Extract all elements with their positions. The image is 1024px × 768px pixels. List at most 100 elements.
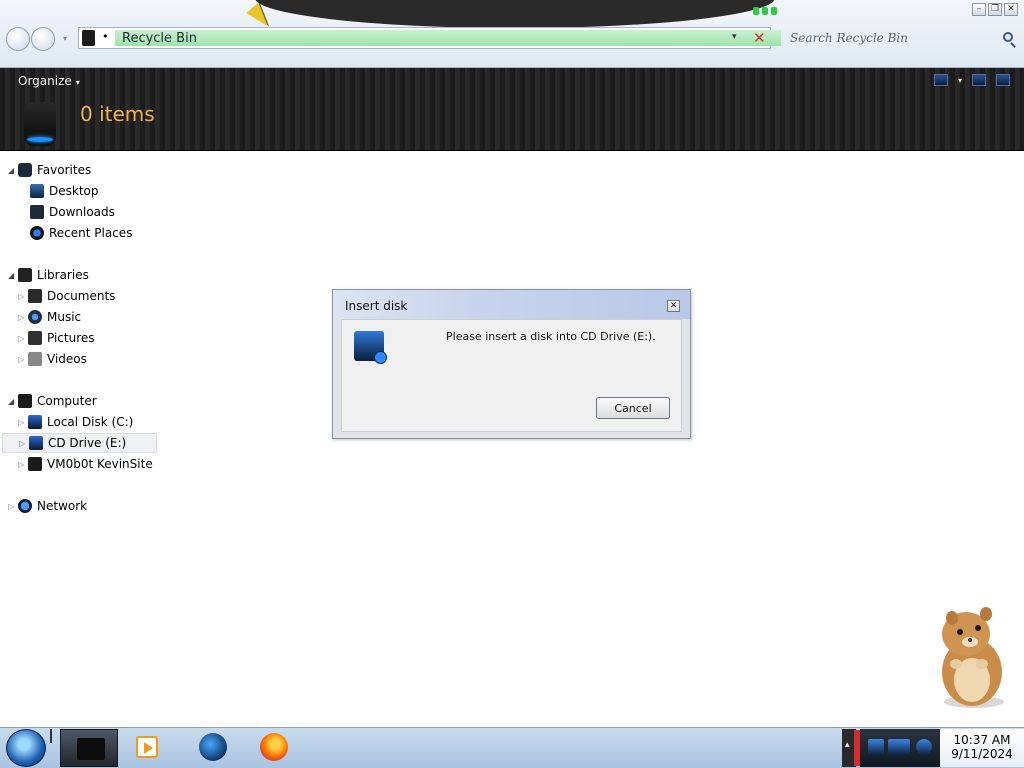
close-window-button[interactable]: ✕	[1004, 3, 1018, 16]
nav-label: VM0b0t KevinSite	[47, 457, 153, 471]
organize-menu-button[interactable]: Organize ▾	[18, 74, 80, 88]
nav-item-music[interactable]: ▷ Music	[18, 307, 81, 327]
firefox-icon[interactable]	[260, 733, 288, 761]
minimize-button[interactable]: –	[972, 3, 986, 16]
system-clock[interactable]: 10:37 AM 9/11/2024	[940, 729, 1024, 767]
nav-favorites[interactable]: ◢ Favorites	[8, 160, 91, 180]
organize-label: Organize	[18, 74, 72, 88]
collapsed-arrow-icon[interactable]: ▷	[8, 502, 18, 511]
hard-disk-icon	[28, 415, 42, 429]
dialog-title-bar[interactable]: Insert disk ✕	[333, 290, 690, 319]
nav-label: CD Drive (E:)	[48, 436, 127, 450]
change-view-icon[interactable]	[933, 74, 948, 86]
help-icon[interactable]	[996, 74, 1010, 86]
collapsed-arrow-icon[interactable]: ▷	[18, 418, 28, 427]
expanded-arrow-icon[interactable]: ◢	[8, 271, 18, 280]
favorites-star-icon	[18, 163, 32, 177]
search-box[interactable]: Search Recycle Bin	[780, 27, 1020, 49]
explorer-address-area: – ❐ ✕ ▾ • Recycle Bin ▾ ✕ Search Recycle…	[0, 0, 1024, 68]
recycle-bin-icon	[82, 30, 95, 46]
libraries-icon	[18, 268, 32, 282]
taskbar-explorer-button[interactable]	[60, 729, 118, 767]
dialog-close-button[interactable]: ✕	[667, 300, 680, 312]
desktop-icon	[30, 184, 44, 198]
dialog-title: Insert disk	[345, 299, 408, 313]
item-count-label: 0 items	[80, 102, 155, 126]
navigation-pane: ◢ Favorites Desktop Downloads Recent Pla…	[0, 152, 170, 727]
dialog-message: Please insert a disk into CD Drive (E:).	[446, 330, 656, 343]
browser-globe-icon[interactable]	[199, 733, 227, 761]
insert-disk-dialog: Insert disk ✕ Please insert a disk into …	[332, 289, 691, 439]
network-icon	[18, 499, 32, 513]
collapsed-arrow-icon[interactable]: ▷	[18, 355, 28, 364]
nav-item-recent-places[interactable]: Recent Places	[30, 223, 132, 243]
nav-item-videos[interactable]: ▷ Videos	[18, 349, 87, 369]
expanded-arrow-icon[interactable]: ◢	[8, 397, 18, 406]
view-controls: ▾	[933, 74, 1010, 86]
cancel-button[interactable]: Cancel	[596, 397, 670, 419]
media-player-icon[interactable]	[136, 736, 158, 758]
forward-button[interactable]	[31, 27, 55, 51]
nav-computer[interactable]: ◢ Computer	[8, 391, 97, 411]
collapsed-arrow-icon[interactable]: ▷	[18, 334, 28, 343]
back-button[interactable]	[6, 27, 30, 51]
nav-network[interactable]: ▷ Network	[8, 496, 87, 516]
breadcrumb-recycle-bin[interactable]: Recycle Bin	[122, 31, 197, 46]
network-drive-icon	[28, 457, 42, 471]
drive-tray-icon[interactable]	[888, 739, 910, 755]
search-placeholder[interactable]: Search Recycle Bin	[790, 31, 908, 45]
address-progress-fill	[115, 30, 781, 46]
view-options-dropdown[interactable]: ▾	[958, 76, 962, 85]
address-dropdown-button[interactable]: ▾	[732, 32, 737, 42]
notification-area	[860, 729, 940, 767]
nav-item-network-share[interactable]: ▷ VM0b0t KevinSite	[18, 454, 153, 474]
nav-label: Libraries	[37, 268, 89, 282]
hamster-gadget-icon[interactable]	[922, 604, 1014, 710]
recycle-bin-large-icon	[24, 102, 56, 146]
action-center-icon[interactable]	[868, 739, 884, 755]
collapsed-arrow-icon[interactable]: ▷	[18, 313, 28, 322]
chevron-down-icon: ▾	[75, 78, 80, 87]
nav-item-downloads[interactable]: Downloads	[30, 202, 115, 222]
clock-date: 9/11/2024	[951, 747, 1013, 761]
nav-item-pictures[interactable]: ▷ Pictures	[18, 328, 95, 348]
nav-item-local-disk[interactable]: ▷ Local Disk (C:)	[18, 412, 133, 432]
desktop-screen: – ❐ ✕ ▾ • Recycle Bin ▾ ✕ Search Recycle…	[0, 0, 1024, 768]
address-bar[interactable]: • Recycle Bin ▾ ✕	[78, 27, 781, 49]
music-icon	[28, 310, 42, 324]
cd-drive-icon	[354, 331, 387, 364]
nav-label: Music	[47, 310, 82, 324]
recent-pages-dropdown[interactable]: ▾	[63, 34, 67, 43]
nav-label: Desktop	[49, 184, 99, 198]
nav-label: Favorites	[37, 163, 92, 177]
explorer-command-header: Organize ▾ ▾ 0 items	[0, 68, 1024, 151]
collapsed-arrow-icon[interactable]: ▷	[19, 439, 29, 448]
computer-icon	[18, 394, 32, 408]
dialog-body: Please insert a disk into CD Drive (E:).…	[341, 319, 682, 432]
show-hidden-icons-button[interactable]: ▴	[845, 740, 850, 750]
theme-led-icon	[753, 4, 783, 15]
nav-label: Downloads	[49, 205, 115, 219]
nav-label: Videos	[47, 352, 87, 366]
collapsed-arrow-icon[interactable]: ▷	[18, 292, 28, 301]
videos-icon	[28, 352, 42, 366]
network-tray-icon[interactable]	[916, 739, 932, 755]
start-button[interactable]	[6, 729, 46, 767]
restore-button[interactable]: ❐	[988, 3, 1002, 16]
nav-label: Documents	[47, 289, 116, 303]
nav-item-cd-drive[interactable]: ▷ CD Drive (E:)	[2, 433, 157, 453]
stop-loading-button[interactable]: ✕	[753, 29, 766, 47]
nav-item-desktop[interactable]: Desktop	[30, 181, 99, 201]
collapsed-arrow-icon[interactable]: ▷	[18, 460, 28, 469]
clock-time: 10:37 AM	[953, 733, 1011, 747]
expanded-arrow-icon[interactable]: ◢	[8, 166, 18, 175]
nav-libraries[interactable]: ◢ Libraries	[8, 265, 89, 285]
breadcrumb-separator[interactable]: •	[102, 30, 109, 43]
nav-label: Network	[37, 499, 88, 513]
search-icon[interactable]	[1003, 32, 1013, 42]
theme-notch-decoration	[255, 0, 777, 28]
nav-item-documents[interactable]: ▷ Documents	[18, 286, 115, 306]
nav-label: Local Disk (C:)	[47, 415, 134, 429]
preview-pane-icon[interactable]	[972, 74, 986, 86]
nav-label: Pictures	[47, 331, 95, 345]
